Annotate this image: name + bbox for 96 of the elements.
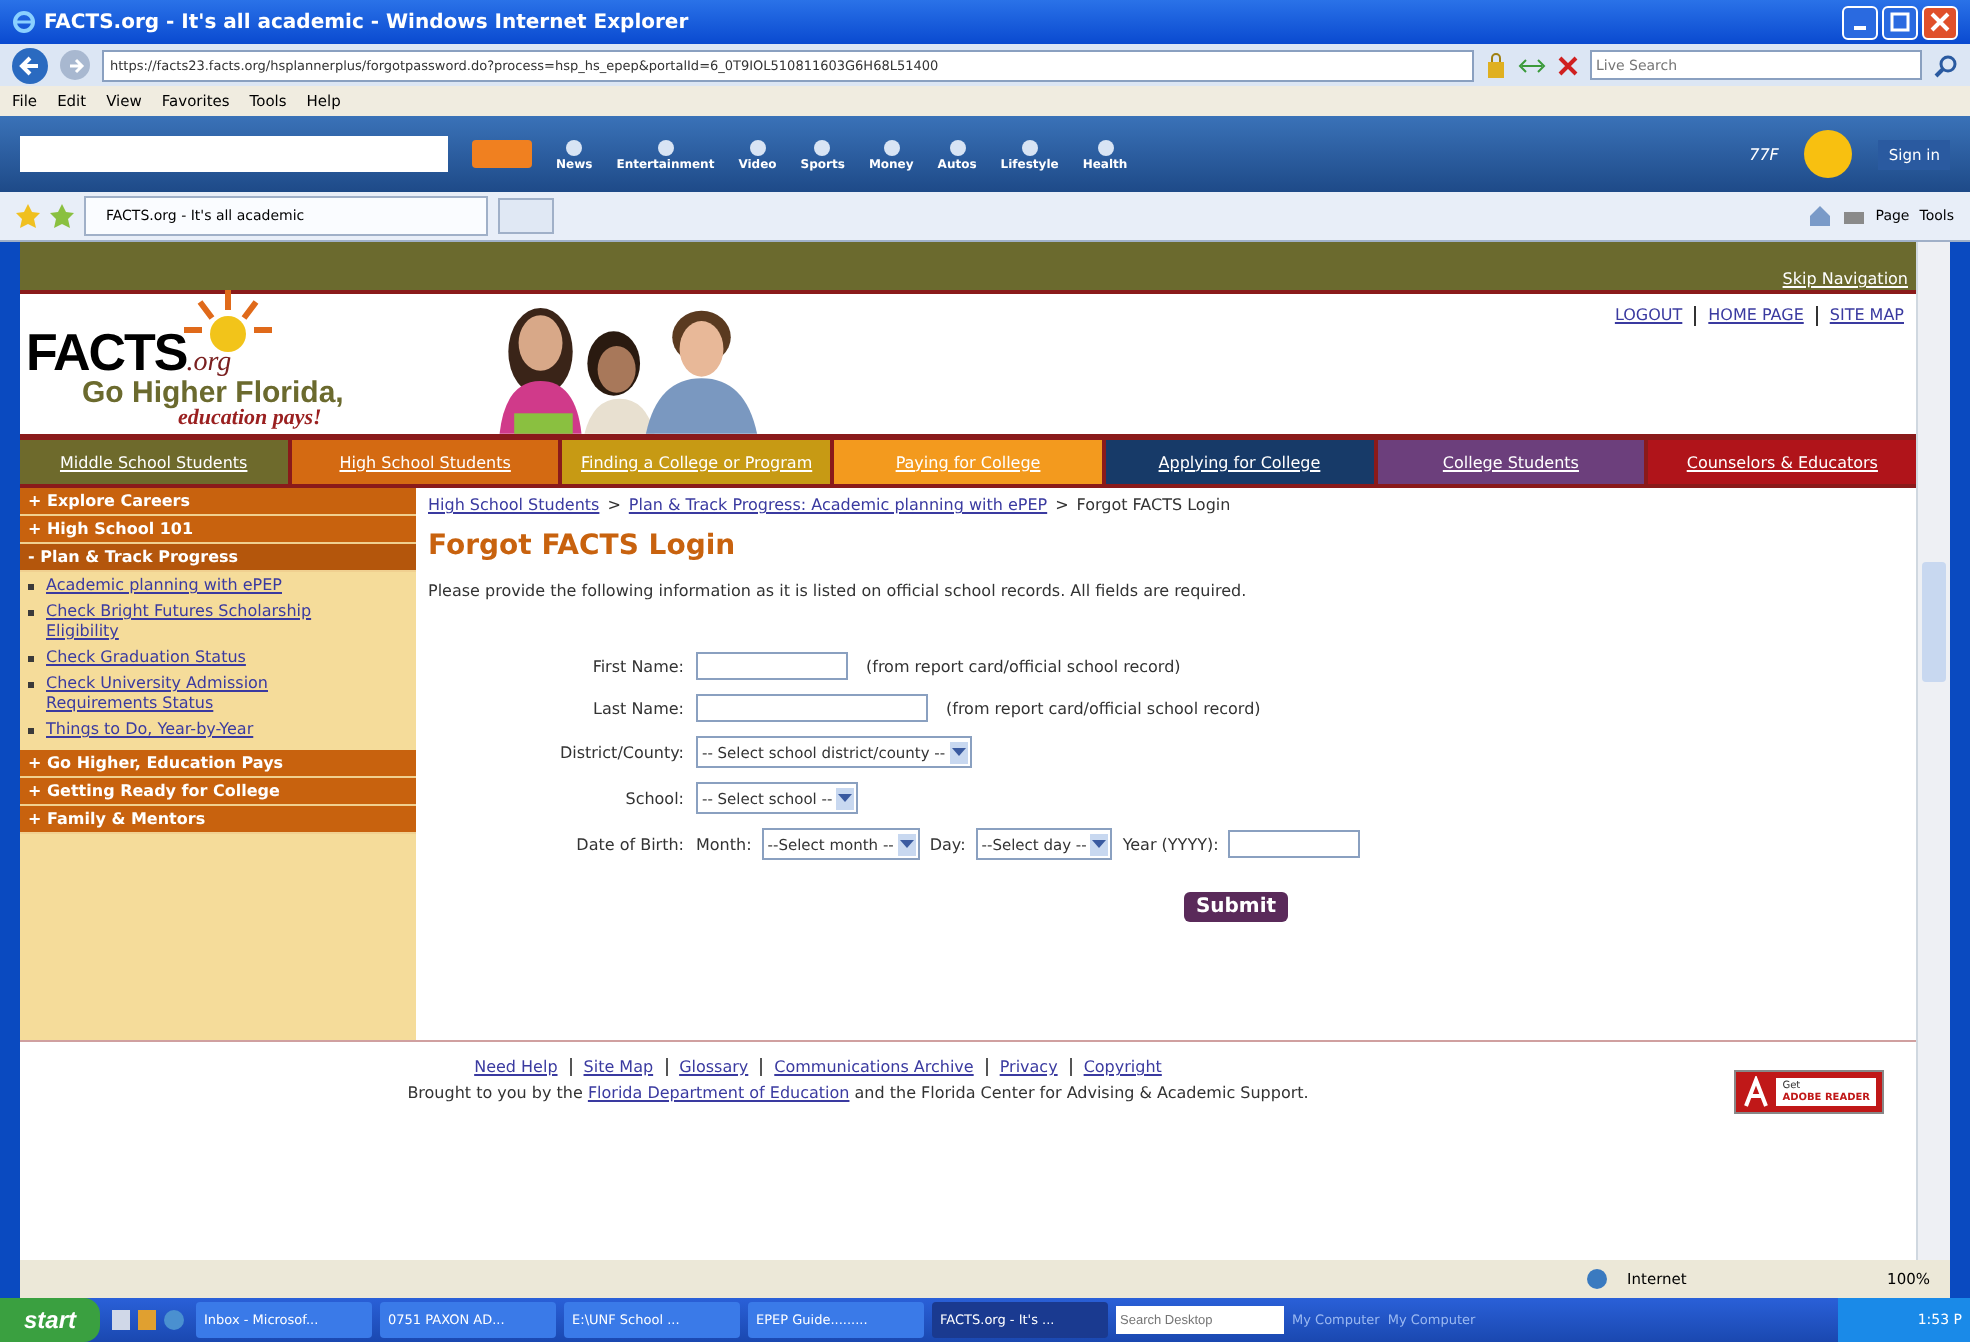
add-favorite-icon[interactable] <box>50 204 74 228</box>
nav-tab[interactable]: College Students <box>1377 440 1645 484</box>
submit-button[interactable]: Submit <box>1183 892 1289 922</box>
sidebar-section[interactable]: + High School 101 <box>20 516 416 544</box>
toolbar-item-icon <box>945 137 970 157</box>
sidebar-section[interactable]: + Explore Careers <box>20 488 416 516</box>
refresh-icon[interactable] <box>1518 55 1546 75</box>
weather-reading[interactable]: 77F <box>1749 145 1779 163</box>
toolbar-item-icon <box>810 137 835 157</box>
toolbar-item-icon <box>745 137 770 157</box>
header-link[interactable]: SITE MAP <box>1829 306 1904 326</box>
nav-tab[interactable]: Middle School Students <box>20 440 288 484</box>
caret-icon <box>1092 839 1107 849</box>
field-label: Date of Birth: <box>574 835 684 853</box>
breadcrumb-link[interactable]: Plan & Track Progress: Academic planning with ePEP <box>628 496 1048 514</box>
toolbar-item-icon <box>1093 137 1117 157</box>
nav-tab[interactable]: High School Students <box>291 440 559 484</box>
pdf-logo-icon <box>1742 1076 1771 1108</box>
text-field[interactable] <box>1228 830 1361 858</box>
close-icon <box>1930 12 1950 32</box>
caret-icon <box>951 747 966 757</box>
breadcrumb-link[interactable]: High School Students <box>428 496 600 514</box>
search-icon[interactable] <box>1934 53 1958 77</box>
lock-icon <box>1486 52 1506 78</box>
minimize-icon <box>1854 26 1866 30</box>
forward-button[interactable] <box>60 50 90 80</box>
footer-link[interactable]: Need Help <box>474 1058 558 1076</box>
bullet-icon <box>28 656 34 662</box>
bullet-icon <box>28 610 34 616</box>
footer-link[interactable]: Copyright <box>1083 1058 1162 1076</box>
toolbar-item-icon <box>1017 137 1042 157</box>
forward-arrow-icon <box>65 55 85 75</box>
footer-link[interactable]: Glossary <box>679 1058 749 1076</box>
back-arrow-icon <box>18 53 42 77</box>
text-field[interactable] <box>696 652 848 680</box>
bullet-icon <box>28 584 34 590</box>
window-title: FACTS.org - It's all academic - Windows Internet Explorer <box>44 11 691 33</box>
maximize-icon <box>1890 12 1910 32</box>
field-label: Month: <box>696 835 752 853</box>
header-link[interactable]: HOME PAGE <box>1708 306 1804 326</box>
new-tab-button[interactable] <box>498 198 554 234</box>
sidebar-section[interactable]: - Plan & Track Progress <box>20 544 416 572</box>
sidebar-section[interactable]: + Go Higher, Education Pays <box>20 750 416 778</box>
footer-link[interactable]: Communications Archive <box>774 1058 974 1076</box>
sidebar-link[interactable]: Check Graduation Status <box>46 648 246 668</box>
field-label: Year (YYYY): <box>1122 835 1219 853</box>
text-field[interactable] <box>696 694 928 722</box>
toolbar-item-icon <box>562 137 587 157</box>
close-button[interactable] <box>1922 5 1958 39</box>
page-heading: Forgot FACTS Login <box>428 530 738 562</box>
globe-icon <box>1585 1268 1608 1290</box>
sidebar-link[interactable]: Academic planning with ePEP <box>46 576 282 596</box>
caret-icon <box>838 793 853 803</box>
header-link[interactable]: LOGOUT <box>1614 306 1683 326</box>
sidebar-link[interactable]: Check University Admission Requirements Status <box>46 674 366 714</box>
favorites-star-icon[interactable] <box>16 204 40 228</box>
field-label: Last Name: <box>590 699 684 717</box>
skip-navigation-link[interactable]: Skip Navigation <box>1782 270 1908 290</box>
sidebar-link[interactable]: Check Bright Futures Scholarship Eligibility <box>46 602 366 642</box>
credit-link[interactable]: Florida Department of Education <box>587 1084 850 1102</box>
toolbar-item-icon <box>879 137 904 157</box>
field-label: Day: <box>929 835 966 853</box>
back-button[interactable] <box>12 47 48 83</box>
field-note: (from report card/official school record) <box>946 699 1261 717</box>
sun-icon <box>1802 128 1855 180</box>
logo-tagline: Go Higher Florida, <box>82 376 346 410</box>
bullet-icon <box>28 728 34 734</box>
stop-icon[interactable] <box>1558 55 1578 75</box>
nav-tab[interactable]: Counselors & Educators <box>1648 440 1917 484</box>
credit-text: Brought to you by the <box>407 1084 583 1102</box>
field-label: First Name: <box>590 657 684 675</box>
logo-suffix: .org <box>186 348 232 378</box>
quick-launch-icons[interactable] <box>108 1306 189 1334</box>
logo-wordmark: FACTS <box>26 322 187 382</box>
breadcrumb-current: Forgot FACTS Login <box>1076 496 1231 514</box>
nav-tab[interactable]: Applying for College <box>1105 440 1374 484</box>
toolbar-item-icon <box>653 137 678 157</box>
toolbar-search-field[interactable] <box>20 136 448 172</box>
bullet-icon <box>28 682 34 688</box>
field-label: District/County: <box>557 743 684 761</box>
field-note: (from report card/official school record) <box>866 657 1181 675</box>
footer-link[interactable]: Site Map <box>583 1058 654 1076</box>
footer-link[interactable]: Privacy <box>999 1058 1058 1076</box>
credit-text: and the Florida Center for Advising & Academic Support. <box>854 1084 1309 1102</box>
sidebar-section[interactable]: + Family & Mentors <box>20 806 416 834</box>
home-icon[interactable] <box>1807 204 1832 228</box>
maximize-button[interactable] <box>1882 5 1918 39</box>
logo-slogan: education pays! <box>178 406 322 430</box>
breadcrumb-separator: > <box>1055 496 1069 514</box>
caret-icon <box>899 839 914 849</box>
breadcrumb-separator: > <box>607 496 621 514</box>
sidebar-link[interactable]: Things to Do, Year-by-Year <box>46 720 254 740</box>
sidebar-section[interactable]: + Getting Ready for College <box>20 778 416 806</box>
intro-text: Please provide the following information as it is listed on official school records. All fields are required. <box>428 582 1249 600</box>
field-label: School: <box>623 789 684 807</box>
minimize-button[interactable] <box>1842 5 1878 39</box>
